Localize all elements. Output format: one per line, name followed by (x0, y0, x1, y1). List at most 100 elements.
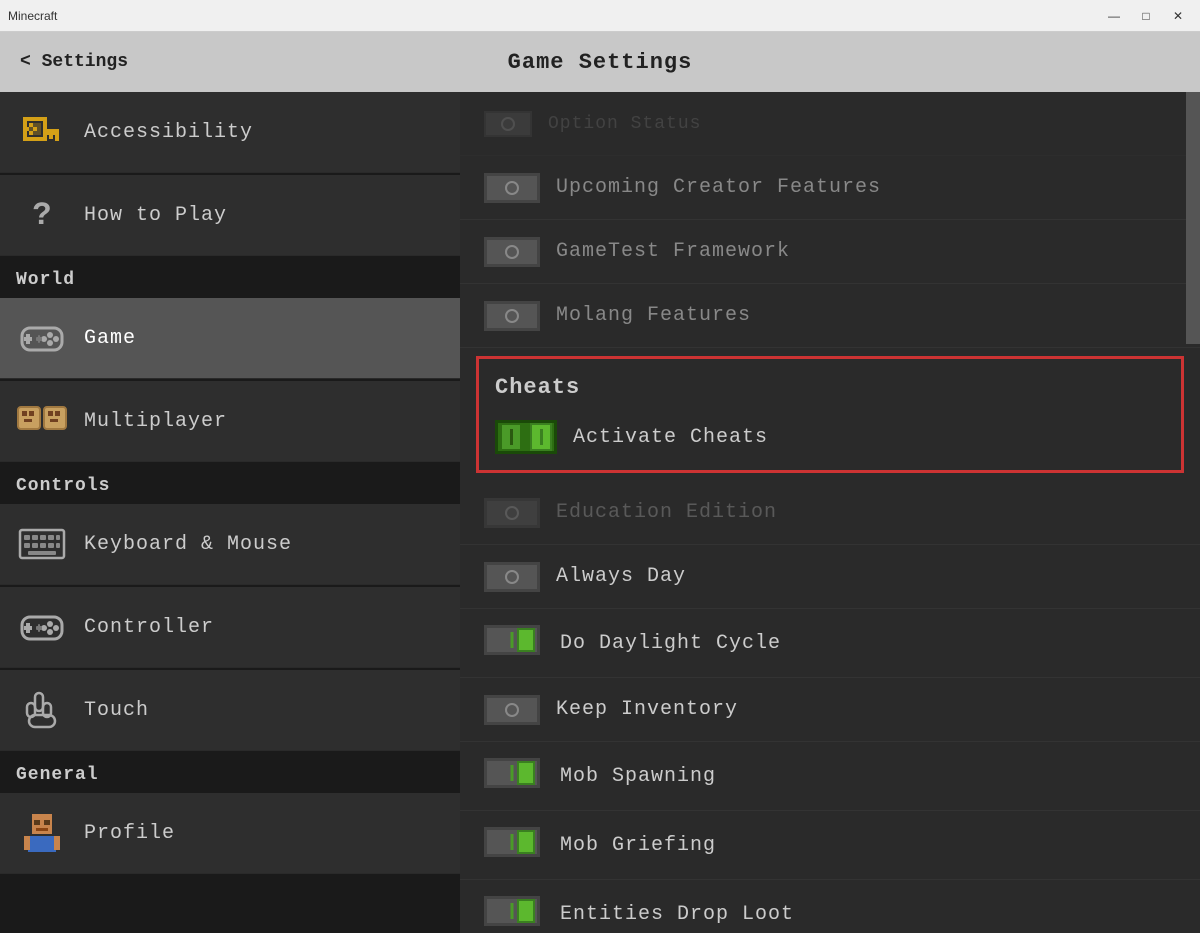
header: < Settings Game Settings (0, 32, 1200, 92)
setting-row-daylight-cycle: Do Daylight Cycle (460, 609, 1200, 678)
accessibility-key-svg (21, 111, 63, 153)
gametest-radio (505, 245, 519, 259)
mob-spawning-toggle-container (484, 758, 544, 794)
sidebar-item-controller[interactable]: Controller (0, 587, 460, 668)
education-radio (505, 506, 519, 520)
sidebar-item-profile-label: Profile (84, 822, 175, 845)
sidebar-item-controller-label: Controller (84, 616, 214, 639)
setting-row-entities-drop-loot: Entities Drop Loot (460, 880, 1200, 933)
content-area: Option Status Upcoming Creator Features … (460, 92, 1200, 933)
keep-inventory-label: Keep Inventory (556, 698, 738, 721)
education-toggle[interactable] (484, 498, 540, 528)
sidebar-item-how-to-play[interactable]: ? How to Play (0, 175, 460, 256)
mob-griefing-label: Mob Griefing (560, 834, 716, 857)
toggle-left-line (510, 429, 513, 445)
sidebar-item-how-to-play-label: How to Play (84, 204, 227, 227)
upcoming-creator-label: Upcoming Creator Features (556, 176, 881, 199)
minimize-button[interactable]: — (1100, 5, 1128, 27)
partial-row-1: Option Status (460, 92, 1200, 156)
education-label: Education Edition (556, 501, 777, 524)
controller-icon (16, 601, 68, 653)
profile-svg (24, 812, 60, 854)
setting-row-gametest: GameTest Framework (460, 220, 1200, 284)
upcoming-creator-toggle[interactable] (484, 173, 540, 203)
mob-spawning-line (511, 765, 514, 781)
titlebar: Minecraft — □ ✕ (0, 0, 1200, 32)
entities-drop-loot-toggle-container (484, 896, 544, 932)
main-layout: Accessibility ? How to Play World (0, 92, 1200, 933)
sidebar-item-touch[interactable]: Touch (0, 670, 460, 751)
setting-row-mob-griefing: Mob Griefing (460, 811, 1200, 880)
mob-spawning-toggle[interactable] (484, 758, 540, 788)
cheats-section-header: Cheats (487, 367, 1173, 412)
keyboard-icon (16, 518, 68, 570)
sidebar-item-accessibility[interactable]: Accessibility (0, 92, 460, 173)
close-button[interactable]: ✕ (1164, 5, 1192, 27)
sidebar-item-profile[interactable]: Profile (0, 793, 460, 874)
toggle-right-knob (530, 423, 552, 451)
window-controls: — □ ✕ (1100, 5, 1192, 27)
profile-icon (16, 807, 68, 859)
daylight-cycle-toggle[interactable] (484, 625, 540, 655)
molang-label: Molang Features (556, 304, 751, 327)
touch-icon (16, 684, 68, 736)
mob-griefing-toggle-container (484, 827, 544, 863)
entities-drop-loot-label: Entities Drop Loot (560, 903, 794, 926)
sidebar-item-keyboard[interactable]: Keyboard & Mouse (0, 504, 460, 585)
gametest-toggle[interactable] (484, 237, 540, 267)
touch-svg (21, 689, 63, 731)
cheats-activate-row: Activate Cheats (487, 412, 1173, 462)
sidebar-item-accessibility-label: Accessibility (84, 121, 253, 144)
cheats-section: Cheats Activate Cheats (476, 356, 1184, 473)
multiplayer-icon (16, 395, 68, 447)
daylight-cycle-label: Do Daylight Cycle (560, 632, 781, 655)
setting-row-education: Education Edition (460, 481, 1200, 545)
general-section-label: General (0, 753, 460, 793)
game-controller-svg (18, 318, 66, 358)
key-icon (16, 106, 68, 158)
upcoming-creator-radio (505, 181, 519, 195)
partial-toggle-1[interactable] (484, 111, 532, 137)
multiplayer-svg (16, 401, 68, 441)
maximize-button[interactable]: □ (1132, 5, 1160, 27)
toggle-left-part (500, 423, 522, 451)
mob-griefing-knob (517, 830, 535, 854)
question-icon: ? (16, 189, 68, 241)
always-day-label: Always Day (556, 565, 686, 588)
always-day-radio (505, 570, 519, 584)
sidebar-item-multiplayer[interactable]: Multiplayer (0, 381, 460, 462)
setting-row-always-day: Always Day (460, 545, 1200, 609)
controls-section-label: Controls (0, 464, 460, 504)
setting-row-keep-inventory: Keep Inventory (460, 678, 1200, 742)
game-controller-icon (16, 312, 68, 364)
molang-toggle[interactable] (484, 301, 540, 331)
entities-drop-loot-toggle[interactable] (484, 896, 540, 926)
setting-row-molang: Molang Features (460, 284, 1200, 348)
partial-label-1: Option Status (548, 114, 701, 134)
setting-row-upcoming-creator: Upcoming Creator Features (460, 156, 1200, 220)
entities-drop-loot-knob (517, 899, 535, 923)
mob-griefing-line (511, 834, 514, 850)
world-section-label: World (0, 258, 460, 298)
content-scrollbar[interactable] (1186, 92, 1200, 344)
setting-row-mob-spawning: Mob Spawning (460, 742, 1200, 811)
activate-cheats-toggle[interactable] (495, 420, 557, 454)
activate-cheats-label: Activate Cheats (573, 426, 768, 449)
keyboard-svg (18, 526, 66, 562)
controller-svg (18, 607, 66, 647)
gametest-label: GameTest Framework (556, 240, 790, 263)
keep-inventory-radio (505, 703, 519, 717)
always-day-toggle[interactable] (484, 562, 540, 592)
partial-radio-1 (501, 117, 515, 131)
app-title: Minecraft (8, 9, 57, 23)
sidebar-item-game[interactable]: Game (0, 298, 460, 379)
entities-drop-loot-line (511, 903, 514, 919)
sidebar-item-game-label: Game (84, 327, 136, 350)
back-button[interactable]: < Settings (20, 52, 128, 72)
molang-radio (505, 309, 519, 323)
keep-inventory-toggle[interactable] (484, 695, 540, 725)
daylight-cycle-line (511, 632, 514, 648)
daylight-cycle-toggle-container (484, 625, 544, 661)
sidebar-item-touch-label: Touch (84, 699, 149, 722)
mob-griefing-toggle[interactable] (484, 827, 540, 857)
